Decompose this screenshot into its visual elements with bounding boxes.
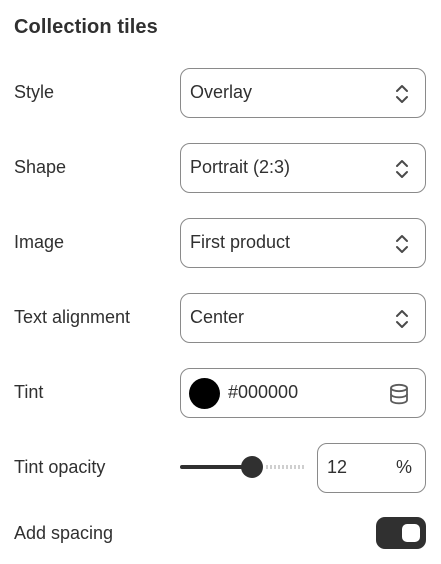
tint-color-field[interactable]: #000000 — [180, 368, 426, 418]
slider-track-empty — [266, 465, 304, 469]
image-select[interactable]: First product — [180, 218, 426, 268]
chevron-up-down-icon — [396, 160, 408, 178]
chevron-up-down-icon — [396, 310, 408, 328]
text-alignment-select-value: Center — [190, 307, 245, 327]
style-select[interactable]: Overlay — [180, 68, 426, 118]
percent-unit: % — [395, 457, 412, 477]
tint-opacity-slider[interactable] — [180, 456, 304, 478]
style-select-value: Overlay — [190, 82, 253, 102]
toggle-knob — [402, 524, 420, 542]
database-icon[interactable] — [389, 383, 409, 405]
tint-opacity-value: 12 — [327, 457, 348, 477]
tint-opacity-input[interactable]: 12 % — [317, 443, 426, 493]
chevron-up-down-icon — [396, 85, 408, 103]
shape-label: Shape — [14, 157, 67, 177]
text-alignment-select[interactable]: Center — [180, 293, 426, 343]
tint-label: Tint — [14, 382, 44, 402]
section-title: Collection tiles — [14, 16, 158, 38]
style-label: Style — [14, 82, 55, 102]
shape-select[interactable]: Portrait (2:3) — [180, 143, 426, 193]
color-swatch[interactable] — [189, 378, 220, 409]
text-alignment-label: Text alignment — [14, 307, 131, 327]
add-spacing-toggle[interactable] — [376, 517, 426, 549]
image-label: Image — [14, 232, 65, 252]
image-select-value: First product — [190, 232, 291, 252]
shape-select-value: Portrait (2:3) — [190, 157, 291, 177]
add-spacing-label: Add spacing — [14, 523, 114, 543]
tint-opacity-label: Tint opacity — [14, 457, 106, 477]
slider-thumb[interactable] — [241, 456, 263, 478]
tint-color-value: #000000 — [228, 382, 299, 402]
chevron-up-down-icon — [396, 235, 408, 253]
